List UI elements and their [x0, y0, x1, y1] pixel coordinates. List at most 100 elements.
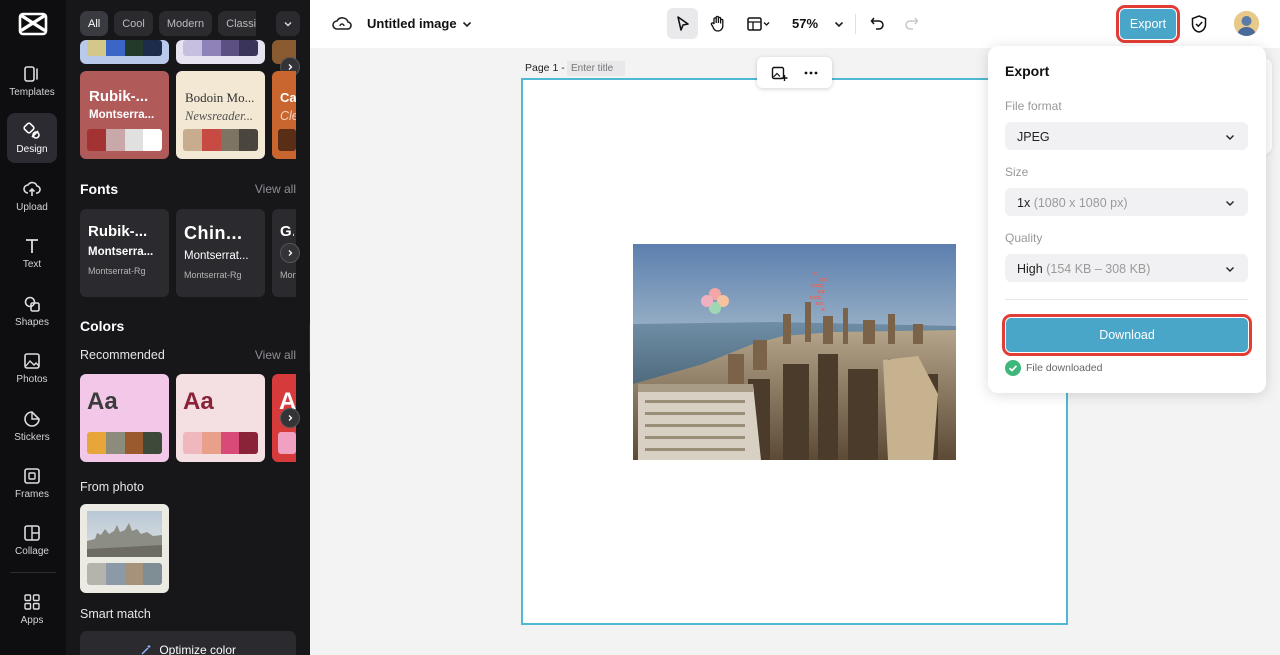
photo-swatches	[87, 563, 162, 585]
top-toolbar: Untitled image 57% Export	[310, 0, 1280, 48]
colors-next-button[interactable]	[280, 408, 300, 428]
style-filter-chips: All Cool Modern Classic	[80, 11, 257, 36]
fonts-next-button[interactable]	[280, 243, 300, 263]
color-card-label: Aa	[183, 388, 214, 415]
download-status: File downloaded	[1005, 360, 1102, 376]
capcut-logo[interactable]	[18, 10, 48, 38]
rail-label: Collage	[15, 545, 49, 557]
download-button[interactable]: Download	[1002, 314, 1252, 356]
photo-thumbnail	[87, 511, 162, 557]
page-label: Page 1 -	[525, 62, 565, 74]
hand-tool-button[interactable]	[705, 8, 731, 39]
from-photo-card[interactable]	[80, 504, 169, 593]
rail-item-stickers[interactable]: Stickers	[7, 401, 57, 451]
cloud-save-button[interactable]	[330, 12, 354, 36]
font-card-1[interactable]: Rubik-... Montserra... Montserrat-Rg	[80, 209, 169, 297]
chips-more-button[interactable]	[276, 11, 300, 36]
chevron-down-icon	[1226, 201, 1234, 206]
color-card-2[interactable]: Aa	[176, 374, 265, 462]
frames-icon	[24, 467, 40, 484]
chevron-down-icon	[1226, 267, 1234, 272]
cloud-icon	[332, 17, 352, 30]
chevron-down-icon	[1226, 135, 1234, 140]
chevron-down-icon	[834, 21, 844, 28]
font-body-name: Mon	[280, 270, 296, 280]
style-card-top-1[interactable]	[80, 40, 169, 64]
rail-item-templates[interactable]: Templates	[7, 56, 57, 106]
rail-item-collage[interactable]: Collage	[7, 515, 57, 565]
svg-text:×: ×	[813, 271, 817, 278]
more-options-button[interactable]	[801, 63, 821, 83]
chip-classic[interactable]: Classic	[218, 11, 257, 36]
chip-cool[interactable]: Cool	[114, 11, 153, 36]
export-divider	[1005, 299, 1248, 300]
redo-button[interactable]	[900, 12, 922, 34]
add-image-button[interactable]	[769, 63, 789, 83]
svg-text:×: ×	[821, 307, 825, 314]
rail-label: Templates	[9, 86, 55, 98]
stickers-icon	[24, 410, 40, 427]
color-card-1[interactable]: Aa	[80, 374, 169, 462]
file-format-select[interactable]: JPEG	[1005, 122, 1248, 150]
download-status-text: File downloaded	[1026, 362, 1103, 374]
colors-view-all-link[interactable]: View all	[255, 348, 296, 362]
undo-button[interactable]	[866, 12, 888, 34]
rail-item-upload[interactable]: Upload	[7, 171, 57, 221]
text-icon	[26, 238, 38, 253]
font-subtitle: Montserrat...	[184, 250, 249, 262]
chevron-right-icon	[288, 415, 293, 421]
style-sub-font: Newsreader...	[185, 109, 253, 123]
font-body-name: Montserrat-Rg	[88, 266, 146, 276]
user-avatar[interactable]	[1234, 11, 1259, 36]
fonts-heading: Fonts	[80, 181, 119, 197]
zoom-level[interactable]: 57%	[792, 16, 818, 31]
check-circle-icon	[1005, 360, 1021, 376]
rail-item-design[interactable]: Design	[7, 113, 57, 163]
font-card-2[interactable]: Chin... Montserrat... Montserrat-Rg	[176, 209, 265, 297]
title-dropdown-button[interactable]	[459, 14, 475, 34]
size-value: 1x	[1017, 196, 1031, 210]
style-sub-font: Montserra...	[89, 109, 155, 121]
chip-all[interactable]: All	[80, 11, 109, 36]
left-rail: Templates Design Upload Text Shapes Phot…	[0, 0, 66, 655]
file-format-label: File format	[1005, 99, 1062, 113]
layout-tool-button[interactable]	[742, 8, 776, 39]
style-card-top-2[interactable]	[176, 40, 265, 64]
rail-item-frames[interactable]: Frames	[7, 458, 57, 508]
shapes-icon	[24, 296, 40, 312]
add-image-icon	[771, 66, 787, 81]
style-card-rubik[interactable]: Rubik-... Montserra...	[80, 71, 169, 159]
chevron-down-icon	[462, 21, 472, 28]
fonts-view-all-link[interactable]: View all	[255, 182, 296, 196]
style-card-bodoni[interactable]: Bodoin Mo... Newsreader...	[176, 71, 265, 159]
undo-icon	[870, 17, 884, 30]
recommended-label: Recommended	[80, 348, 165, 362]
quality-select[interactable]: High (154 KB – 308 KB)	[1005, 254, 1248, 282]
font-body-name: Montserrat-Rg	[184, 270, 242, 280]
document-title[interactable]: Untitled image	[367, 16, 457, 31]
page-title-input[interactable]	[567, 61, 625, 76]
cursor-icon	[676, 15, 689, 31]
style-card-partial[interactable]: Ca Cle	[272, 71, 296, 159]
export-button[interactable]: Export	[1116, 5, 1180, 43]
zoom-dropdown-button[interactable]	[831, 14, 847, 34]
smart-match-label: Smart match	[80, 607, 151, 621]
style-font-name: Ca	[280, 90, 296, 105]
collage-icon	[24, 524, 40, 541]
select-tool-button[interactable]	[667, 8, 698, 39]
optimize-color-button[interactable]: Optimize color	[80, 631, 296, 655]
security-button[interactable]	[1187, 12, 1211, 36]
city-photo[interactable]: × ×× ××× ×× ××× ×× ×	[633, 244, 956, 460]
rail-item-shapes[interactable]: Shapes	[7, 286, 57, 336]
rail-item-text[interactable]: Text	[7, 228, 57, 278]
rail-item-apps[interactable]: Apps	[7, 582, 57, 636]
size-select[interactable]: 1x (1080 x 1080 px)	[1005, 188, 1248, 216]
rail-item-photos[interactable]: Photos	[7, 343, 57, 393]
rail-label: Photos	[16, 373, 48, 385]
style-swatches	[278, 129, 296, 151]
quality-value: High	[1017, 262, 1043, 276]
rail-label: Apps	[20, 614, 44, 626]
chip-modern[interactable]: Modern	[158, 11, 213, 36]
size-label: Size	[1005, 165, 1029, 179]
rail-divider	[10, 572, 56, 573]
